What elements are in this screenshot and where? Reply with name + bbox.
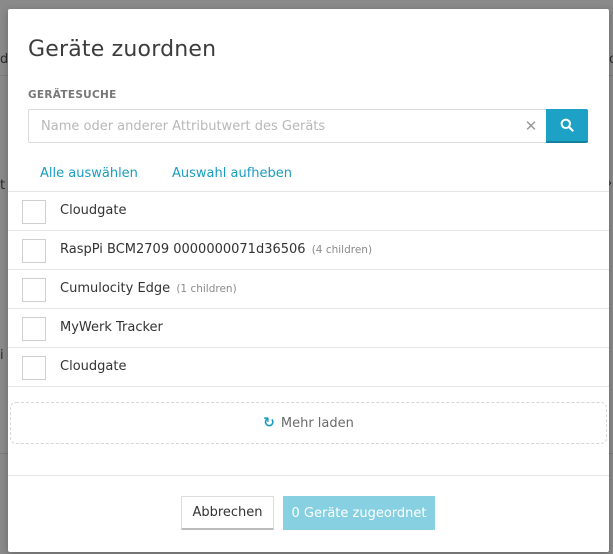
background-divider (0, 75, 8, 76)
device-checkbox[interactable] (22, 239, 46, 263)
list-item[interactable]: Cloudgate (8, 348, 609, 387)
clear-icon[interactable]: ✕ (522, 117, 540, 135)
list-item[interactable]: Cloudgate (8, 192, 609, 231)
search-group: ✕ (28, 109, 588, 143)
search-button[interactable] (546, 109, 588, 143)
list-item[interactable]: Cumulocity Edge (1 children) (8, 270, 609, 309)
modal-footer: Abbrechen 0 Geräte zugeordnet (8, 475, 609, 552)
search-icon (560, 118, 574, 132)
assign-devices-button[interactable]: 0 Geräte zugeordnet (283, 496, 435, 530)
device-checkbox[interactable] (22, 278, 46, 302)
background-divider (609, 75, 613, 76)
load-more-button[interactable]: ↻ Mehr laden (10, 402, 607, 444)
deselect-all-link[interactable]: Auswahl aufheben (172, 166, 292, 181)
device-checkbox[interactable] (22, 356, 46, 380)
select-all-link[interactable]: Alle auswählen (40, 166, 138, 181)
list-item[interactable]: MyWerk Tracker (8, 309, 609, 348)
device-checkbox[interactable] (22, 317, 46, 341)
device-list: Cloudgate RaspPi BCM2709 0000000071d3650… (8, 191, 609, 387)
background-text: t (0, 178, 6, 193)
modal-title: Geräte zuordnen (28, 37, 217, 62)
assign-devices-modal: Geräte zuordnen GERÄTESUCHE ✕ Alle auswä… (8, 9, 609, 552)
background-text: d (609, 52, 613, 67)
background-text: i (0, 348, 4, 363)
search-input[interactable] (28, 109, 546, 143)
device-name: Cloudgate (60, 359, 127, 374)
background-text: d (0, 52, 8, 67)
refresh-icon: ↻ (263, 415, 275, 431)
device-name: MyWerk Tracker (60, 320, 163, 335)
background-divider (0, 453, 8, 454)
background-divider (609, 453, 613, 454)
device-name: Cloudgate (60, 203, 127, 218)
cancel-button[interactable]: Abbrechen (181, 496, 274, 530)
load-more-label: Mehr laden (280, 415, 354, 431)
device-name: Cumulocity Edge (1 children) (60, 281, 237, 296)
device-checkbox[interactable] (22, 200, 46, 224)
search-label: GERÄTESUCHE (28, 89, 117, 101)
children-count: (4 children) (311, 244, 373, 256)
device-name: RaspPi BCM2709 0000000071d36506 (4 child… (60, 242, 373, 257)
children-count: (1 children) (176, 283, 237, 295)
list-item[interactable]: RaspPi BCM2709 0000000071d36506 (4 child… (8, 231, 609, 270)
